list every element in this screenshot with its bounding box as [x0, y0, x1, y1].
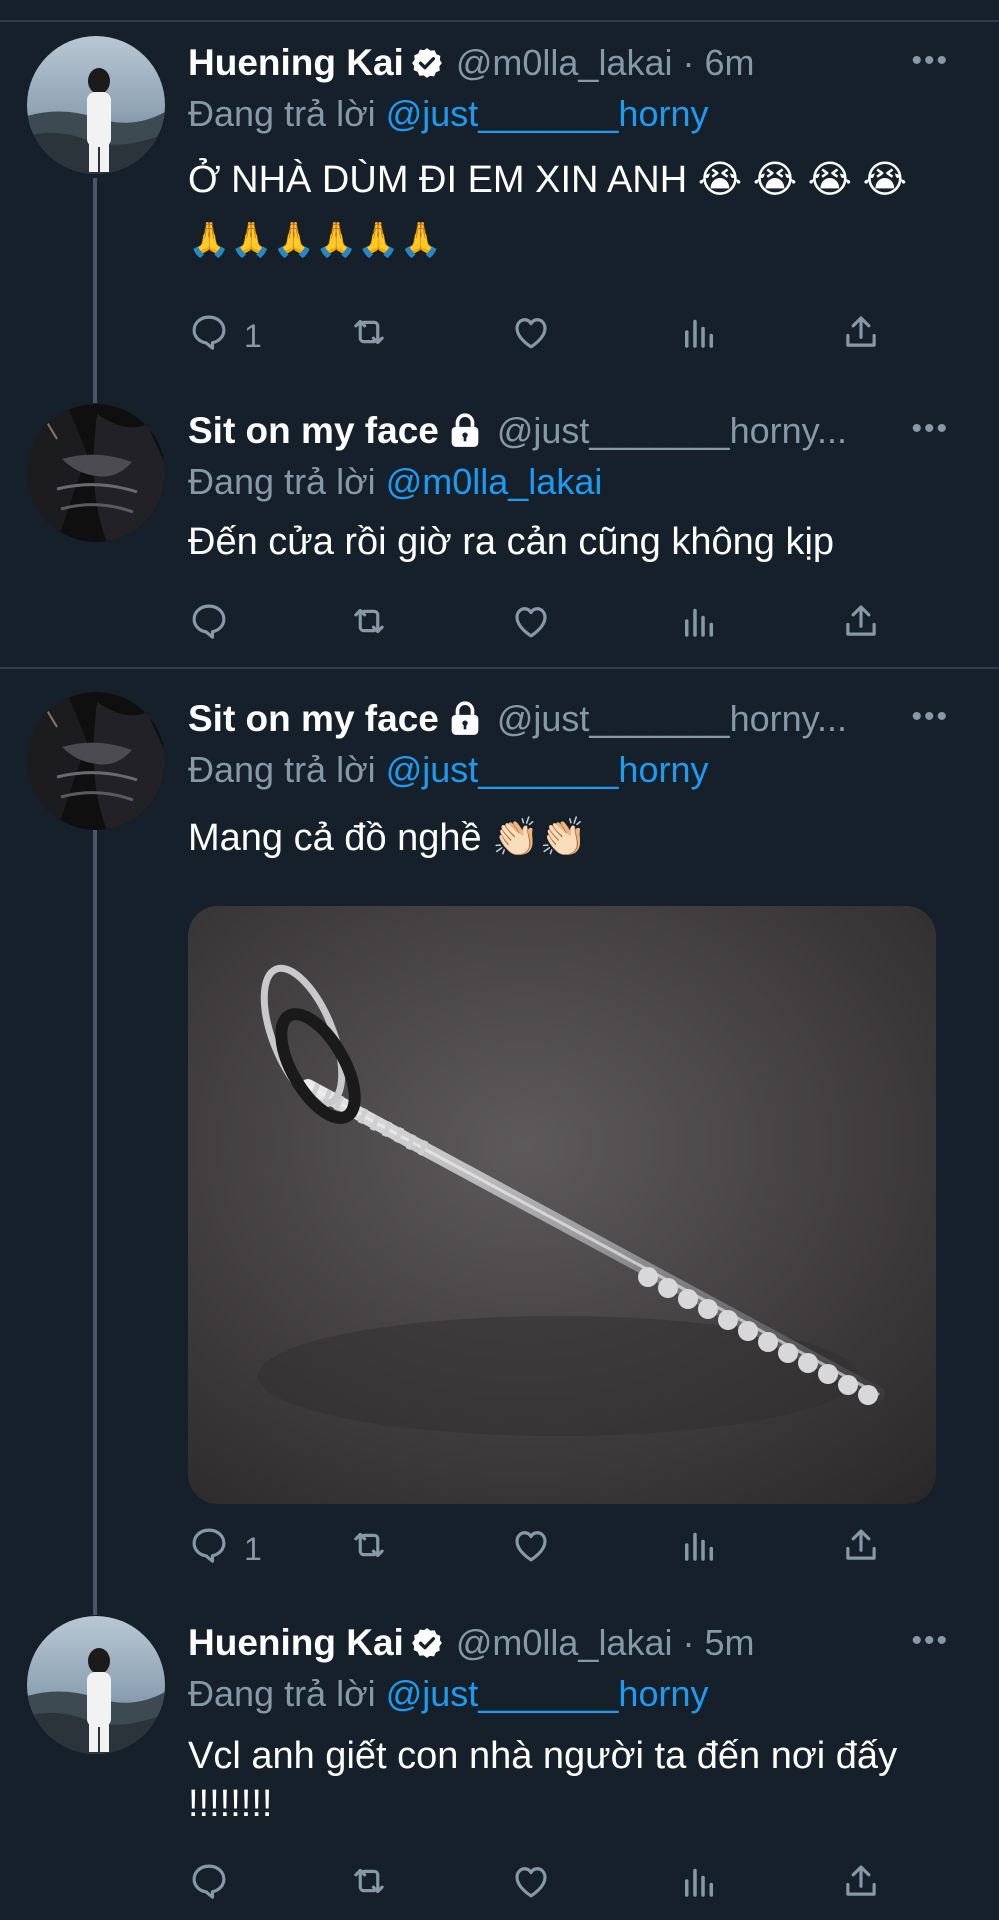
- reply-context: Đang trả lời @just_______horny: [188, 746, 969, 794]
- reply-prefix: Đang trả lời: [188, 461, 376, 502]
- retweet-icon: [348, 1860, 390, 1910]
- heart-icon: [510, 1860, 552, 1910]
- reply-icon: [188, 1860, 230, 1910]
- reply-mention[interactable]: @just_______horny: [386, 93, 709, 134]
- retweet-button[interactable]: [348, 595, 390, 655]
- reply-context: Đang trả lời @m0lla_lakai: [188, 458, 969, 506]
- thread-divider: [0, 667, 999, 669]
- avatar[interactable]: [27, 36, 165, 174]
- tweet-actions: [188, 595, 888, 655]
- analytics-icon: [678, 311, 720, 361]
- more-icon[interactable]: •••: [911, 44, 949, 78]
- share-button[interactable]: [840, 595, 882, 655]
- share-icon: [840, 1860, 882, 1910]
- like-button[interactable]: [510, 306, 552, 366]
- reply-mention[interactable]: @m0lla_lakai: [386, 461, 603, 502]
- share-icon: [840, 1524, 882, 1574]
- tweet-text: Mang cả đồ nghề 👏🏻👏🏻: [188, 808, 969, 868]
- more-icon[interactable]: •••: [911, 412, 949, 446]
- like-button[interactable]: [510, 595, 552, 655]
- tweet-text-line: Vcl anh giết con nhà người ta đến nơi đấ…: [188, 1735, 898, 1777]
- more-icon[interactable]: •••: [911, 1624, 949, 1658]
- tweet-text: Đến cửa rồi giờ ra cản cũng không kịp: [188, 512, 969, 572]
- tweet-text: Ở NHÀ DÙM ĐI EM XIN ANH 😭 😭 😭 😭 🙏🙏🙏🙏🙏🙏: [188, 150, 969, 270]
- views-button[interactable]: [678, 1519, 720, 1579]
- lock-icon: [445, 411, 485, 451]
- tweet-actions: 1: [188, 1519, 888, 1579]
- heart-icon: [510, 311, 552, 361]
- retweet-button[interactable]: [348, 1519, 390, 1579]
- reply-button[interactable]: 1: [188, 306, 262, 366]
- like-button[interactable]: [510, 1519, 552, 1579]
- retweet-icon: [348, 311, 390, 361]
- verified-badge-icon: [410, 1626, 444, 1660]
- retweet-button[interactable]: [348, 1855, 390, 1915]
- thread-line: [93, 178, 97, 403]
- tweet-text-line: !!!!!!!!: [188, 1783, 273, 1825]
- tweet-header: Sit on my face @just_______horny... •••: [188, 694, 969, 744]
- share-button[interactable]: [840, 1855, 882, 1915]
- reply-button[interactable]: 1: [188, 1519, 262, 1579]
- reply-button[interactable]: [188, 595, 244, 655]
- tweet-text-line: 🙏🙏🙏🙏🙏🙏: [188, 221, 443, 259]
- tweet-media-image[interactable]: [188, 906, 936, 1504]
- reply-prefix: Đang trả lời: [188, 93, 376, 134]
- analytics-icon: [678, 600, 720, 650]
- tweet-text: Vcl anh giết con nhà người ta đến nơi đấ…: [188, 1732, 969, 1828]
- reply-prefix: Đang trả lời: [188, 749, 376, 790]
- handle[interactable]: @just_______horny...: [497, 698, 847, 740]
- display-name[interactable]: Sit on my face: [188, 698, 439, 740]
- tweet-actions: [188, 1855, 888, 1915]
- handle-and-time[interactable]: @m0lla_lakai · 6m: [456, 42, 755, 84]
- share-icon: [840, 600, 882, 650]
- share-icon: [840, 311, 882, 361]
- tweet-actions: 1: [188, 306, 888, 366]
- views-button[interactable]: [678, 595, 720, 655]
- tweet-text-line: Ở NHÀ DÙM ĐI EM XIN ANH 😭 😭 😭 😭: [188, 159, 908, 201]
- tweet-text-line: Mang cả đồ nghề 👏🏻👏🏻: [188, 817, 587, 859]
- reply-count: 1: [244, 317, 262, 354]
- top-divider: [0, 20, 999, 22]
- tweet-header: Huening Kai @m0lla_lakai · 6m •••: [188, 38, 969, 88]
- share-button[interactable]: [840, 306, 882, 366]
- views-button[interactable]: [678, 1855, 720, 1915]
- reply-context: Đang trả lời @just_______horny: [188, 90, 969, 138]
- share-button[interactable]: [840, 1519, 882, 1579]
- reply-count: 1: [244, 1530, 262, 1567]
- lock-icon: [445, 699, 485, 739]
- reply-button[interactable]: [188, 1855, 244, 1915]
- verified-badge-icon: [410, 46, 444, 80]
- heart-icon: [510, 1524, 552, 1574]
- reply-icon: [188, 1524, 230, 1574]
- analytics-icon: [678, 1524, 720, 1574]
- reply-icon: [188, 600, 230, 650]
- reply-prefix: Đang trả lời: [188, 1673, 376, 1714]
- handle-and-time[interactable]: @m0lla_lakai · 5m: [456, 1622, 755, 1664]
- retweet-icon: [348, 600, 390, 650]
- retweet-icon: [348, 1524, 390, 1574]
- more-icon[interactable]: •••: [911, 700, 949, 734]
- avatar[interactable]: [27, 404, 165, 542]
- reply-mention[interactable]: @just_______horny: [386, 749, 709, 790]
- like-button[interactable]: [510, 1855, 552, 1915]
- display-name[interactable]: Sit on my face: [188, 410, 439, 452]
- tweet-header: Huening Kai @m0lla_lakai · 5m •••: [188, 1618, 969, 1668]
- thread-line: [93, 830, 97, 1615]
- reply-mention[interactable]: @just_______horny: [386, 1673, 709, 1714]
- display-name[interactable]: Huening Kai: [188, 1622, 404, 1664]
- tweet-text-line: Đến cửa rồi giờ ra cản cũng không kịp: [188, 521, 835, 563]
- display-name[interactable]: Huening Kai: [188, 42, 404, 84]
- handle[interactable]: @just_______horny...: [497, 410, 847, 452]
- reply-context: Đang trả lời @just_______horny: [188, 1670, 969, 1718]
- reply-icon: [188, 311, 230, 361]
- views-button[interactable]: [678, 306, 720, 366]
- analytics-icon: [678, 1860, 720, 1910]
- retweet-button[interactable]: [348, 306, 390, 366]
- avatar[interactable]: [27, 1616, 165, 1754]
- avatar[interactable]: [27, 692, 165, 830]
- heart-icon: [510, 600, 552, 650]
- tweet-header: Sit on my face @just_______horny... •••: [188, 406, 969, 456]
